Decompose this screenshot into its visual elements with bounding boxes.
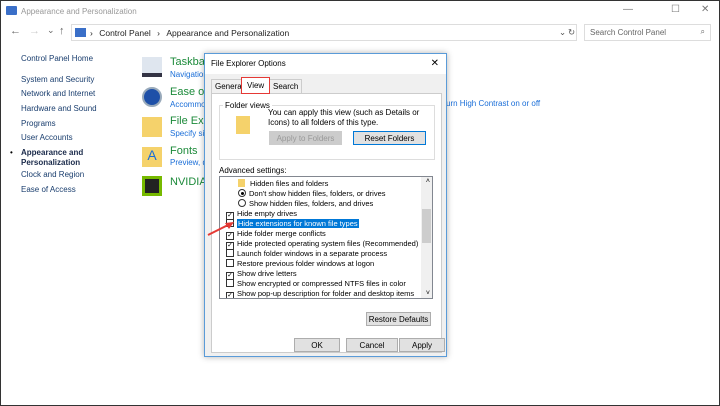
forward-button[interactable]: → <box>29 25 40 37</box>
control-panel-icon <box>75 28 86 37</box>
view-tab-panel: Folder views You can apply this view (su… <box>211 93 442 353</box>
search-icon: ⌕ <box>700 27 705 36</box>
setting-row[interactable]: Show hidden files, folders, and drives <box>238 199 373 209</box>
folder-views-icon <box>236 116 250 134</box>
category-fonts-link[interactable]: Preview, d <box>170 158 207 167</box>
setting-label: Show encrypted or compressed NTFS files … <box>237 279 406 288</box>
red-arrow-annotation <box>207 222 234 236</box>
active-bullet: • <box>10 148 13 157</box>
nvidia-icon <box>142 176 162 196</box>
file-explorer-options-dialog: File Explorer Options ✕ General View Sea… <box>204 53 447 357</box>
setting-row[interactable]: Launch folder windows in a separate proc… <box>226 249 387 259</box>
control-panel-icon <box>6 6 17 15</box>
ok-button[interactable]: OK <box>294 338 340 352</box>
setting-row[interactable]: ✓ Show pop-up description for folder and … <box>226 289 415 298</box>
scroll-up-icon[interactable]: ˄ <box>426 178 430 185</box>
setting-label: Show drive letters <box>237 269 297 278</box>
search-input[interactable]: Search Control Panel ⌕ <box>584 24 711 41</box>
restore-defaults-button[interactable]: Restore Defaults <box>366 312 431 326</box>
taskbar-icon <box>142 57 162 77</box>
setting-row[interactable]: Restore previous folder windows at logon <box>226 259 374 269</box>
control-panel-window: Appearance and Personalization — ☐ ✕ ← →… <box>0 0 720 406</box>
apply-button[interactable]: Apply <box>399 338 445 352</box>
setting-label: Hidden files and folders <box>250 179 329 188</box>
breadcrumb-appearance[interactable]: Appearance and Personalization <box>166 28 289 38</box>
setting-row[interactable]: Hidden files and folders <box>238 179 328 189</box>
ease-of-access-icon <box>142 87 162 107</box>
setting-label: Hide protected operating system files (R… <box>237 239 419 248</box>
category-ease-link[interactable]: Accommo <box>170 100 206 109</box>
scroll-down-icon[interactable]: ˅ <box>426 290 430 297</box>
setting-label: Show pop-up description for folder and d… <box>237 289 415 298</box>
close-button[interactable]: ✕ <box>701 4 709 15</box>
folder-views-label: Folder views <box>223 101 272 110</box>
dialog-titlebar: File Explorer Options ✕ <box>205 54 446 74</box>
advanced-settings-list[interactable]: Hidden files and folders Don't show hidde… <box>219 176 433 299</box>
cancel-button[interactable]: Cancel <box>346 338 398 352</box>
fonts-icon: A <box>142 147 162 167</box>
setting-row[interactable]: Hide extensions for known file types <box>226 219 359 229</box>
recent-locations-button[interactable]: ⌄ <box>47 25 55 36</box>
setting-row[interactable]: Show encrypted or compressed NTFS files … <box>226 279 406 289</box>
radio-button[interactable] <box>238 189 246 197</box>
maximize-button[interactable]: ☐ <box>671 4 680 15</box>
nav-network-internet[interactable]: Network and Internet <box>21 89 95 98</box>
setting-label: Launch folder windows in a separate proc… <box>237 249 388 258</box>
checkbox[interactable] <box>226 259 234 267</box>
address-dropdown-icon[interactable]: ⌄ <box>559 27 566 38</box>
folder-views-text: You can apply this view (such as Details… <box>268 108 420 127</box>
breadcrumb-separator: › <box>157 28 160 38</box>
setting-row[interactable]: ✓ Hide folder merge conflicts <box>226 229 326 240</box>
nav-programs[interactable]: Programs <box>21 119 56 128</box>
setting-label: Hide extensions for known file types <box>237 219 359 228</box>
checkbox[interactable] <box>226 279 234 287</box>
setting-row[interactable]: Don't show hidden files, folders, or dri… <box>238 189 386 199</box>
checkbox[interactable] <box>226 249 234 257</box>
back-button[interactable]: ← <box>10 25 21 37</box>
nav-user-accounts[interactable]: User Accounts <box>21 133 73 142</box>
category-fonts[interactable]: Fonts <box>170 145 198 157</box>
tab-view[interactable]: View <box>241 77 271 94</box>
search-placeholder: Search Control Panel <box>590 28 667 37</box>
category-taskbar-link[interactable]: Navigation <box>170 70 208 79</box>
radio-button[interactable] <box>238 199 246 207</box>
minimize-button[interactable]: — <box>623 4 633 15</box>
category-taskbar[interactable]: Taskbar <box>170 56 209 68</box>
apply-to-folders-button[interactable]: Apply to Folders <box>269 131 342 145</box>
setting-row[interactable]: ✓ Show drive letters <box>226 269 297 280</box>
checkbox[interactable]: ✓ <box>226 292 234 298</box>
nav-control-panel-home[interactable]: Control Panel Home <box>21 54 93 63</box>
folder-icon <box>238 179 245 187</box>
file-explorer-icon <box>142 117 162 137</box>
setting-row[interactable]: ✓ Hide protected operating system files (… <box>226 239 419 250</box>
reset-folders-button[interactable]: Reset Folders <box>353 131 426 145</box>
high-contrast-link[interactable]: urn High Contrast on or off <box>446 99 540 108</box>
nav-ease-of-access[interactable]: Ease of Access <box>21 185 76 194</box>
nav-appearance-personalization[interactable]: Appearance and Personalization <box>21 148 83 168</box>
up-button[interactable]: ↑ <box>59 25 65 37</box>
setting-label: Hide folder merge conflicts <box>237 229 326 238</box>
refresh-icon[interactable]: ↻ <box>568 27 575 38</box>
dialog-title: File Explorer Options <box>211 59 286 68</box>
setting-row[interactable]: ✓ Hide empty drives <box>226 209 298 220</box>
breadcrumb-separator: › <box>90 28 93 38</box>
nav-hardware-sound[interactable]: Hardware and Sound <box>21 104 97 113</box>
category-ease-of-access[interactable]: Ease of <box>170 86 207 98</box>
breadcrumb-control-panel[interactable]: Control Panel <box>99 28 151 38</box>
setting-label: Restore previous folder windows at logon <box>237 259 375 268</box>
window-title: Appearance and Personalization <box>21 7 137 16</box>
setting-label: Hide empty drives <box>237 209 298 218</box>
setting-label: Show hidden files, folders, and drives <box>249 199 374 208</box>
tab-search[interactable]: Search <box>269 79 303 93</box>
category-file-explorer-link[interactable]: Specify si <box>170 129 204 138</box>
nav-system-security[interactable]: System and Security <box>21 75 94 84</box>
nav-clock-region[interactable]: Clock and Region <box>21 170 84 179</box>
category-nvidia[interactable]: NVIDIA <box>170 176 207 188</box>
advanced-settings-label: Advanced settings: <box>219 166 287 175</box>
dialog-close-button[interactable]: ✕ <box>431 58 439 69</box>
address-bar[interactable]: › Control Panel › Appearance and Persona… <box>71 24 577 41</box>
scrollbar-thumb[interactable] <box>422 209 431 243</box>
settings-scrollbar[interactable] <box>421 177 432 298</box>
setting-label: Don't show hidden files, folders, or dri… <box>249 189 386 198</box>
